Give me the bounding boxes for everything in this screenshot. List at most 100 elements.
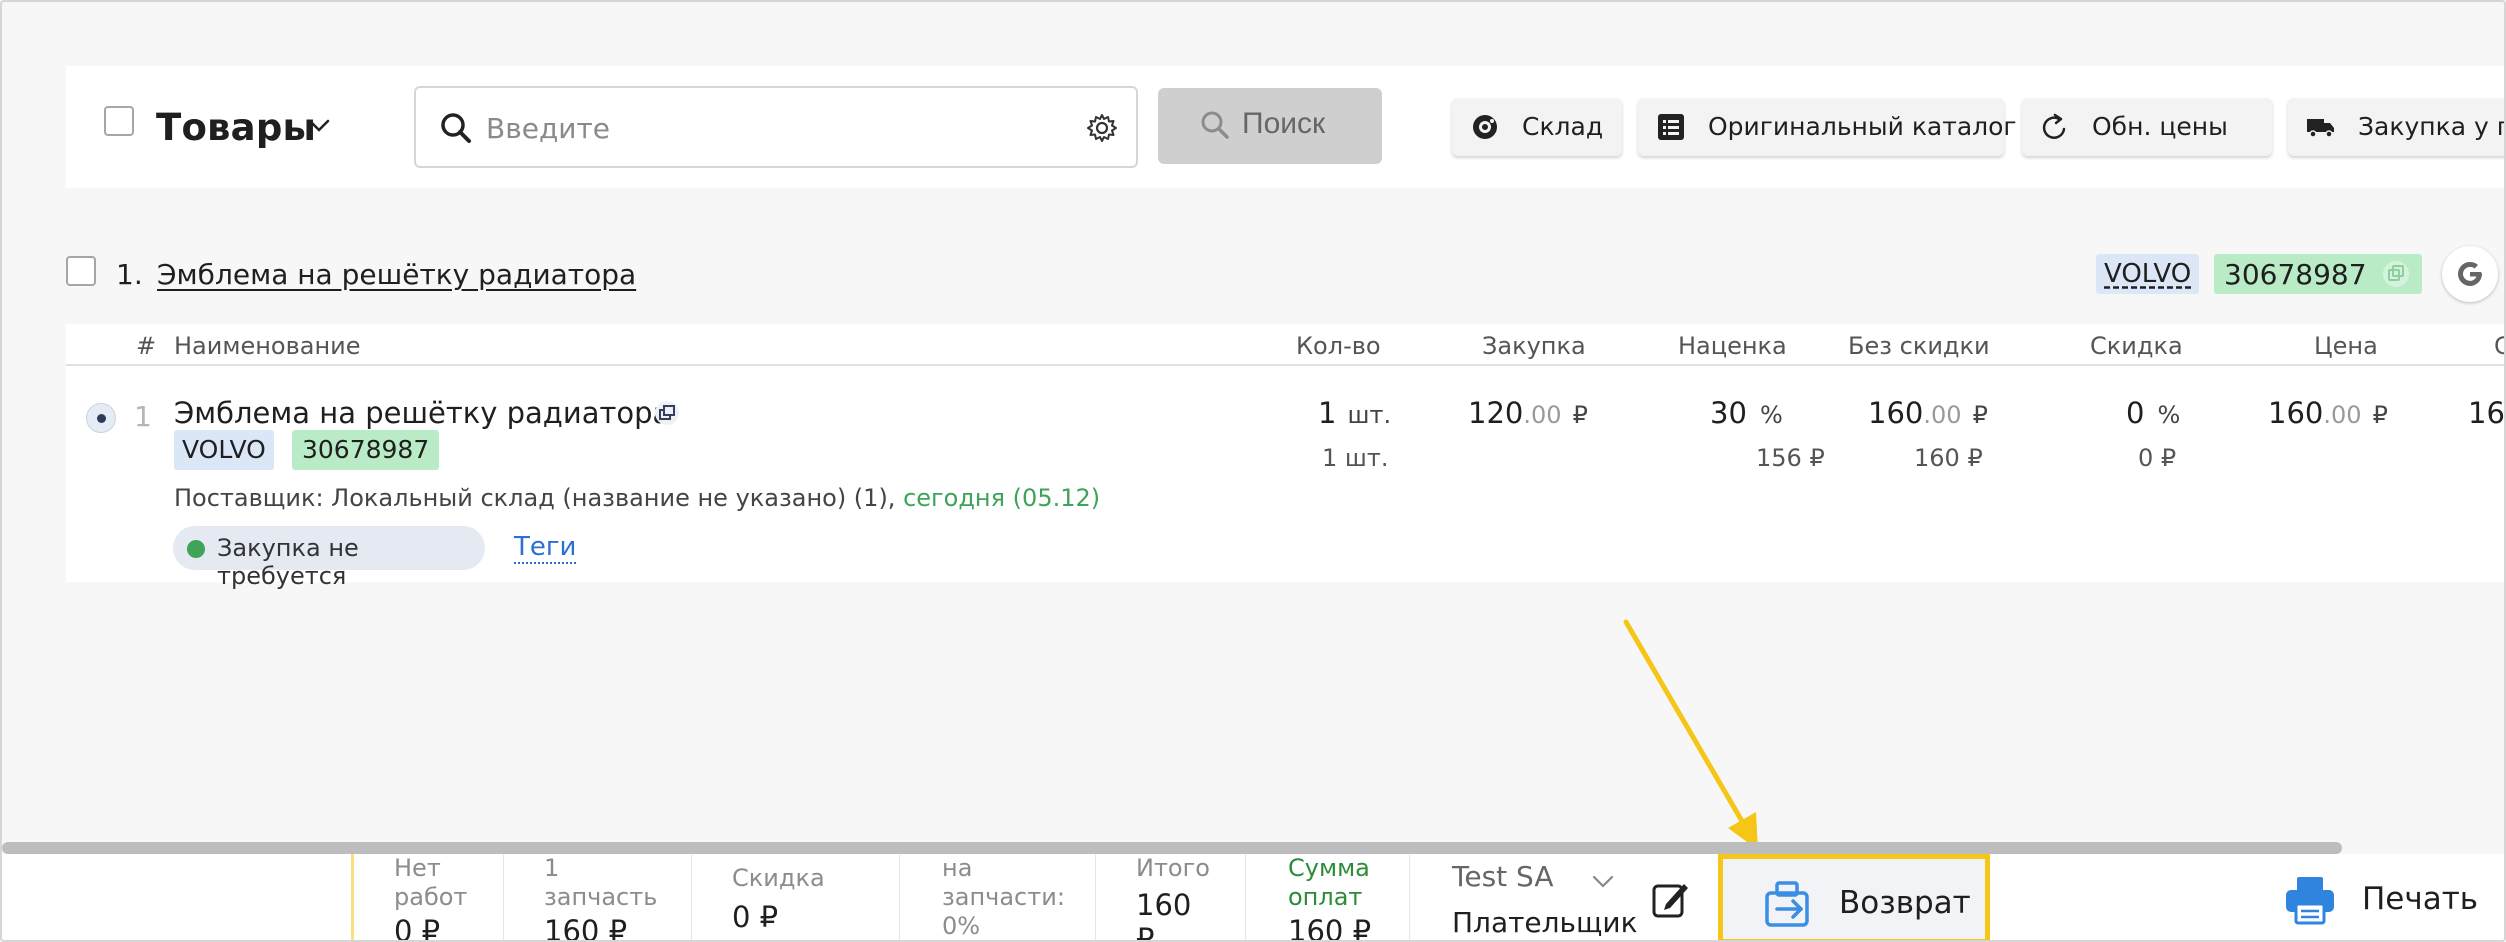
- edit-icon[interactable]: [1650, 880, 1690, 920]
- google-icon: [2458, 261, 2482, 286]
- col-purchase: Закупка: [1482, 332, 1586, 360]
- sum-value: 160: [2468, 396, 2505, 430]
- no-discount-frac: .00: [1923, 401, 1962, 429]
- no-discount-sub: 160 ₽: [1914, 444, 1983, 472]
- discount-value: 0 %: [2126, 396, 2180, 430]
- discount-pct-sign: %: [2157, 401, 2181, 429]
- markup-pct-sign: %: [1760, 401, 1783, 429]
- row-brand-tag[interactable]: VOLVO: [174, 430, 274, 470]
- payer-label: Плательщик: [1452, 906, 1638, 939]
- part-code-tag[interactable]: 30678987: [2214, 254, 2422, 294]
- search-icon: [1201, 111, 1229, 139]
- row-radio[interactable]: [86, 403, 116, 433]
- search-input[interactable]: [486, 106, 1046, 150]
- price-currency: ₽: [2372, 401, 2388, 429]
- tags-link[interactable]: Теги: [514, 532, 577, 564]
- return-icon: [1765, 881, 1809, 927]
- chevron-down-icon[interactable]: [1590, 868, 1616, 894]
- warehouse-button[interactable]: Склад: [1452, 98, 1622, 156]
- paid-label: Сумма оплат: [1288, 854, 1370, 911]
- search-button[interactable]: Поиск: [1158, 88, 1382, 164]
- google-search-button[interactable]: [2442, 246, 2498, 302]
- price-frac: .00: [2323, 401, 2362, 429]
- price-int: 160: [2268, 396, 2324, 430]
- original-catalog-button[interactable]: Оригинальный каталог: [1638, 98, 2017, 156]
- purchase-int: 120: [1468, 396, 1524, 430]
- chevron-down-icon[interactable]: [306, 112, 332, 138]
- col-sum: С: [2494, 332, 2504, 360]
- app-window: Товары Поиск: [0, 0, 2506, 942]
- col-markup: Наценка: [1678, 332, 1787, 360]
- markup-value: 30 %: [1710, 396, 1783, 430]
- discount-label: Скидка: [732, 864, 825, 892]
- disc-icon: [1473, 115, 1497, 139]
- supplier-info: Поставщик: Локальный склад (название не …: [174, 484, 1100, 512]
- supplier-purchase-button-label: Закупка у по: [2358, 112, 2504, 141]
- works-label: Нет работ: [394, 854, 468, 911]
- footer-paid: Сумма оплат 160 ₽: [1246, 854, 1410, 942]
- warehouse-button-label: Склад: [1522, 112, 1604, 141]
- footer-total: Итого 160 ₽: [1096, 854, 1246, 940]
- table-header: # Наименование Кол-во Закупка Наценка Бе…: [66, 324, 2504, 366]
- row-code-tag[interactable]: 30678987: [292, 430, 440, 470]
- col-qty: Кол-во: [1296, 332, 1381, 360]
- item-title[interactable]: Эмблема на решётку радиатора: [157, 258, 636, 291]
- original-catalog-button-label: Оригинальный каталог: [1708, 112, 2017, 141]
- gear-icon[interactable]: [1086, 112, 1118, 144]
- col-no-discount: Без скидки: [1848, 332, 1990, 360]
- qty-unit: шт.: [1347, 401, 1392, 429]
- search-icon: [441, 113, 471, 143]
- toolbar-panel: Товары Поиск: [66, 66, 2504, 188]
- purchase-value: 120.00 ₽: [1468, 396, 1588, 430]
- select-all-checkbox[interactable]: [104, 106, 134, 136]
- return-button-label: Возврат: [1839, 885, 1971, 921]
- col-name: Наименование: [174, 332, 361, 360]
- horizontal-scrollbar[interactable]: [2, 842, 2342, 854]
- update-prices-button-label: Обн. цены: [2092, 112, 2228, 141]
- copy-icon[interactable]: [2382, 260, 2410, 288]
- qty-value: 1 шт.: [1318, 396, 1391, 430]
- footer-discount: Скидка 0 ₽: [692, 854, 900, 940]
- no-discount-int: 160: [1868, 396, 1924, 430]
- supplier-date: сегодня (05.12): [903, 484, 1101, 512]
- supplier-purchase-button[interactable]: Закупка у по: [2288, 98, 2504, 156]
- no-discount-currency: ₽: [1972, 401, 1988, 429]
- parts-discount-label: на запчасти: 0%: [942, 854, 1065, 940]
- search-box: [414, 86, 1138, 168]
- status-dot-icon: [187, 540, 205, 558]
- markup-pct: 30: [1710, 396, 1747, 430]
- no-discount-value: 160.00 ₽: [1868, 396, 1988, 430]
- payer-name[interactable]: Test SA: [1452, 860, 1554, 893]
- footer-works: Нет работ 0 ₽: [354, 854, 504, 942]
- purchase-currency: ₽: [1572, 401, 1588, 429]
- search-button-label: Поиск: [1242, 107, 1326, 140]
- footer-parts-discount: на запчасти: 0%: [900, 854, 1096, 940]
- item-checkbox[interactable]: [66, 256, 96, 286]
- qty-number: 1: [1318, 396, 1337, 430]
- refresh-icon: [2042, 113, 2066, 139]
- printer-icon: [2286, 877, 2334, 925]
- part-code-label: 30678987: [2224, 258, 2367, 291]
- works-value: 0 ₽: [394, 914, 441, 942]
- return-button[interactable]: Возврат: [1718, 854, 1990, 940]
- status-label: Закупка не требуется: [217, 534, 359, 590]
- print-button-label: Печать: [2362, 881, 2479, 917]
- copy-name-icon[interactable]: [654, 400, 680, 426]
- status-badge[interactable]: Закупка не требуется: [173, 526, 485, 590]
- row-name: Эмблема на решётку радиатора: [174, 396, 671, 430]
- item-number: 1.: [116, 258, 143, 291]
- parts-value: 160 ₽: [544, 914, 628, 942]
- footer-parts: 1 запчасть 160 ₽: [504, 854, 692, 942]
- col-discount: Скидка: [2090, 332, 2183, 360]
- table-row: 1 Эмблема на решётку радиатора VOLVO 306…: [66, 366, 2505, 590]
- supplier-text: Поставщик: Локальный склад (название не …: [174, 484, 896, 512]
- update-prices-button[interactable]: Обн. цены: [2022, 98, 2272, 156]
- footer-bar: Нет работ 0 ₽ 1 запчасть 160 ₽ Скидка 0 …: [2, 854, 2504, 942]
- footer-marker: [340, 854, 354, 940]
- qty-sub: 1 шт.: [1322, 444, 1389, 472]
- brand-tag[interactable]: VOLVO: [2096, 254, 2200, 294]
- purchase-frac: .00: [1523, 401, 1562, 429]
- col-num: #: [136, 332, 157, 360]
- col-price: Цена: [2314, 332, 2378, 360]
- paid-value: 160 ₽: [1288, 914, 1372, 942]
